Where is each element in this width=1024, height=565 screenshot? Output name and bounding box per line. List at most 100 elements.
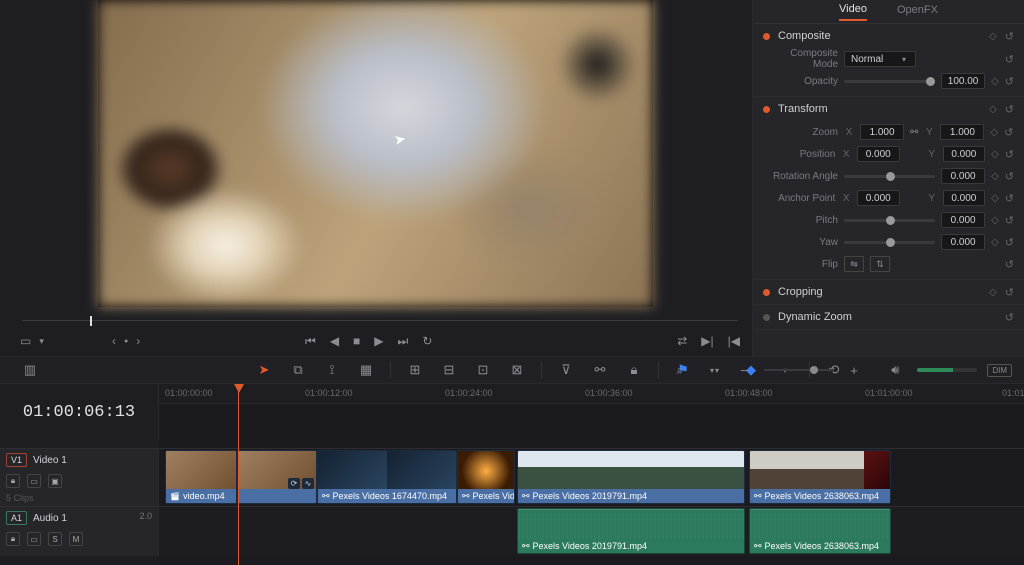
link-xy-icon[interactable]: ⚯: [910, 127, 918, 138]
audio-clip[interactable]: ⚯Pexels Videos 2019791.mp4: [517, 508, 745, 554]
stop-icon[interactable]: ■: [353, 334, 360, 348]
video-clip[interactable]: ⚯Pexels Video…: [457, 450, 515, 504]
tab-openfx[interactable]: OpenFX: [897, 4, 938, 20]
marker-dot-icon[interactable]: ●: [124, 338, 128, 345]
loop-icon[interactable]: ↻: [422, 334, 432, 348]
in-out-prev-icon[interactable]: |◀: [728, 334, 740, 348]
viewer-scrubber[interactable]: [22, 316, 738, 326]
replace-icon[interactable]: ⊡: [471, 358, 495, 382]
section-header[interactable]: Dynamic Zoom ↺: [753, 305, 1024, 329]
enable-dot-icon[interactable]: [763, 106, 770, 113]
reset-icon[interactable]: ↺: [1005, 192, 1014, 205]
track-header-a1[interactable]: A1 Audio 1 2.0 🔒︎ ▭ S M: [0, 506, 159, 556]
playhead[interactable]: [238, 385, 239, 565]
pos-x[interactable]: 0.000: [857, 146, 900, 162]
keyframe-icon[interactable]: ◇: [989, 287, 997, 298]
reset-icon[interactable]: ↺: [1005, 286, 1014, 299]
insert-icon[interactable]: ⊞: [403, 358, 427, 382]
pos-y[interactable]: 0.000: [943, 146, 986, 162]
keyframe-icon[interactable]: ◇: [989, 31, 997, 42]
section-header[interactable]: Composite ◇ ↺: [753, 24, 1024, 48]
track-badge[interactable]: V1: [6, 453, 27, 467]
tab-video[interactable]: Video: [839, 3, 867, 21]
trim-tool-icon[interactable]: ⧉: [286, 358, 310, 382]
reset-icon[interactable]: ↺: [1005, 236, 1014, 249]
zoom-in-icon[interactable]: +: [842, 358, 866, 382]
lock-icon[interactable]: 🔒︎: [622, 358, 646, 382]
zoom-y[interactable]: 1.000: [940, 124, 984, 140]
in-out-next-icon[interactable]: ▶|: [701, 334, 713, 348]
keyframe-icon[interactable]: ◇: [990, 127, 998, 138]
match-frame-icon[interactable]: ⇄: [677, 334, 687, 348]
playhead-handle[interactable]: [234, 384, 244, 393]
keyframe-icon[interactable]: ◇: [991, 237, 999, 248]
keyframe-icon[interactable]: ◇: [991, 215, 999, 226]
visibility-icon[interactable]: ▣: [48, 474, 62, 488]
reset-icon[interactable]: ↺: [1005, 53, 1014, 66]
audio-track-lane[interactable]: ⚯Pexels Videos 2019791.mp4 ⚯Pexels Video…: [159, 506, 1024, 556]
video-clip[interactable]: ⟳∿: [237, 450, 317, 504]
opacity-value[interactable]: 100.00: [941, 73, 985, 89]
keyframe-icon[interactable]: ◇: [991, 76, 999, 87]
first-frame-icon[interactable]: ⏮: [305, 334, 316, 349]
timeline-ruler[interactable]: 01:00:00:00 01:00:12:00 01:00:24:00 01:0…: [159, 384, 1024, 404]
prev-icon[interactable]: ‹: [112, 334, 116, 348]
reset-icon[interactable]: ↺: [1005, 148, 1014, 161]
play-icon[interactable]: ▶: [374, 334, 383, 348]
reset-icon[interactable]: ↺: [1005, 103, 1014, 116]
reset-icon[interactable]: ↺: [1005, 30, 1014, 43]
enable-dot-icon[interactable]: [763, 33, 770, 40]
keyframe-icon[interactable]: ◇: [991, 171, 999, 182]
reset-icon[interactable]: ↺: [1005, 311, 1014, 324]
reset-icon[interactable]: ↺: [1005, 214, 1014, 227]
flip-v-icon[interactable]: ⇅: [870, 256, 890, 272]
selection-tool-icon[interactable]: ➤: [252, 358, 276, 382]
anchor-x[interactable]: 0.000: [857, 190, 900, 206]
rotation-slider[interactable]: [844, 175, 935, 178]
solo-icon[interactable]: S: [48, 532, 62, 546]
chevron-down-icon[interactable]: ▾: [700, 358, 724, 382]
video-clip[interactable]: 🎬︎video.mp4: [165, 450, 237, 504]
keyframe-icon[interactable]: ◇: [991, 149, 999, 160]
reset-icon[interactable]: ↺: [1005, 170, 1014, 183]
reset-icon[interactable]: ↺: [1005, 75, 1014, 88]
yaw-slider[interactable]: [844, 241, 935, 244]
video-clip[interactable]: ⚯Pexels Videos 2638063.mp4: [749, 450, 891, 504]
last-frame-icon[interactable]: ⏭: [398, 334, 409, 349]
safe-area-icon[interactable]: ▭: [20, 334, 31, 348]
overwrite-icon[interactable]: ⊟: [437, 358, 461, 382]
chevron-down-icon[interactable]: ▾: [902, 51, 906, 67]
opacity-slider[interactable]: [844, 80, 935, 83]
volume-slider[interactable]: [917, 368, 977, 372]
pitch-slider[interactable]: [844, 219, 935, 222]
zoom-out-icon[interactable]: −: [732, 358, 756, 382]
enable-dot-icon[interactable]: [763, 314, 770, 321]
track-badge[interactable]: A1: [6, 511, 27, 525]
chevron-down-icon[interactable]: ▾: [39, 334, 44, 348]
dim-button[interactable]: DIM: [987, 364, 1012, 377]
zoom-search-icon[interactable]: ⌕: [668, 358, 692, 382]
speaker-icon[interactable]: 🔊︎: [883, 358, 907, 382]
timeline-view-icon[interactable]: ▥: [18, 358, 42, 382]
lock-track-icon[interactable]: 🔒︎: [6, 532, 20, 546]
zoom-slider[interactable]: [764, 369, 834, 371]
link-icon[interactable]: ⚯: [588, 358, 612, 382]
program-viewer[interactable]: ➤: [98, 0, 653, 307]
audio-clip[interactable]: ⚯Pexels Videos 2638063.mp4: [749, 508, 891, 554]
video-clip[interactable]: ⚯Pexels Videos 2019791.mp4: [517, 450, 745, 504]
keyframe-icon[interactable]: ◇: [989, 104, 997, 115]
lock-track-icon[interactable]: 🔒︎: [6, 474, 20, 488]
step-back-icon[interactable]: ◀: [330, 334, 339, 348]
blade-tool-icon[interactable]: ⟟: [320, 358, 344, 382]
grid-tool-icon[interactable]: ▦: [354, 358, 378, 382]
auto-select-icon[interactable]: ▭: [27, 532, 41, 546]
timecode-display[interactable]: 01:00:06:13: [0, 384, 159, 440]
rotation-value[interactable]: 0.000: [941, 168, 985, 184]
keyframe-icon[interactable]: ◇: [991, 193, 999, 204]
fit-to-fill-icon[interactable]: ⊠: [505, 358, 529, 382]
yaw-value[interactable]: 0.000: [941, 234, 985, 250]
reset-icon[interactable]: ↺: [1004, 126, 1013, 139]
enable-dot-icon[interactable]: [763, 289, 770, 296]
video-track-lane[interactable]: 🎬︎video.mp4 ⟳∿ ⚯Pexels Videos 1674470.mp…: [159, 448, 1024, 506]
anchor-y[interactable]: 0.000: [943, 190, 986, 206]
